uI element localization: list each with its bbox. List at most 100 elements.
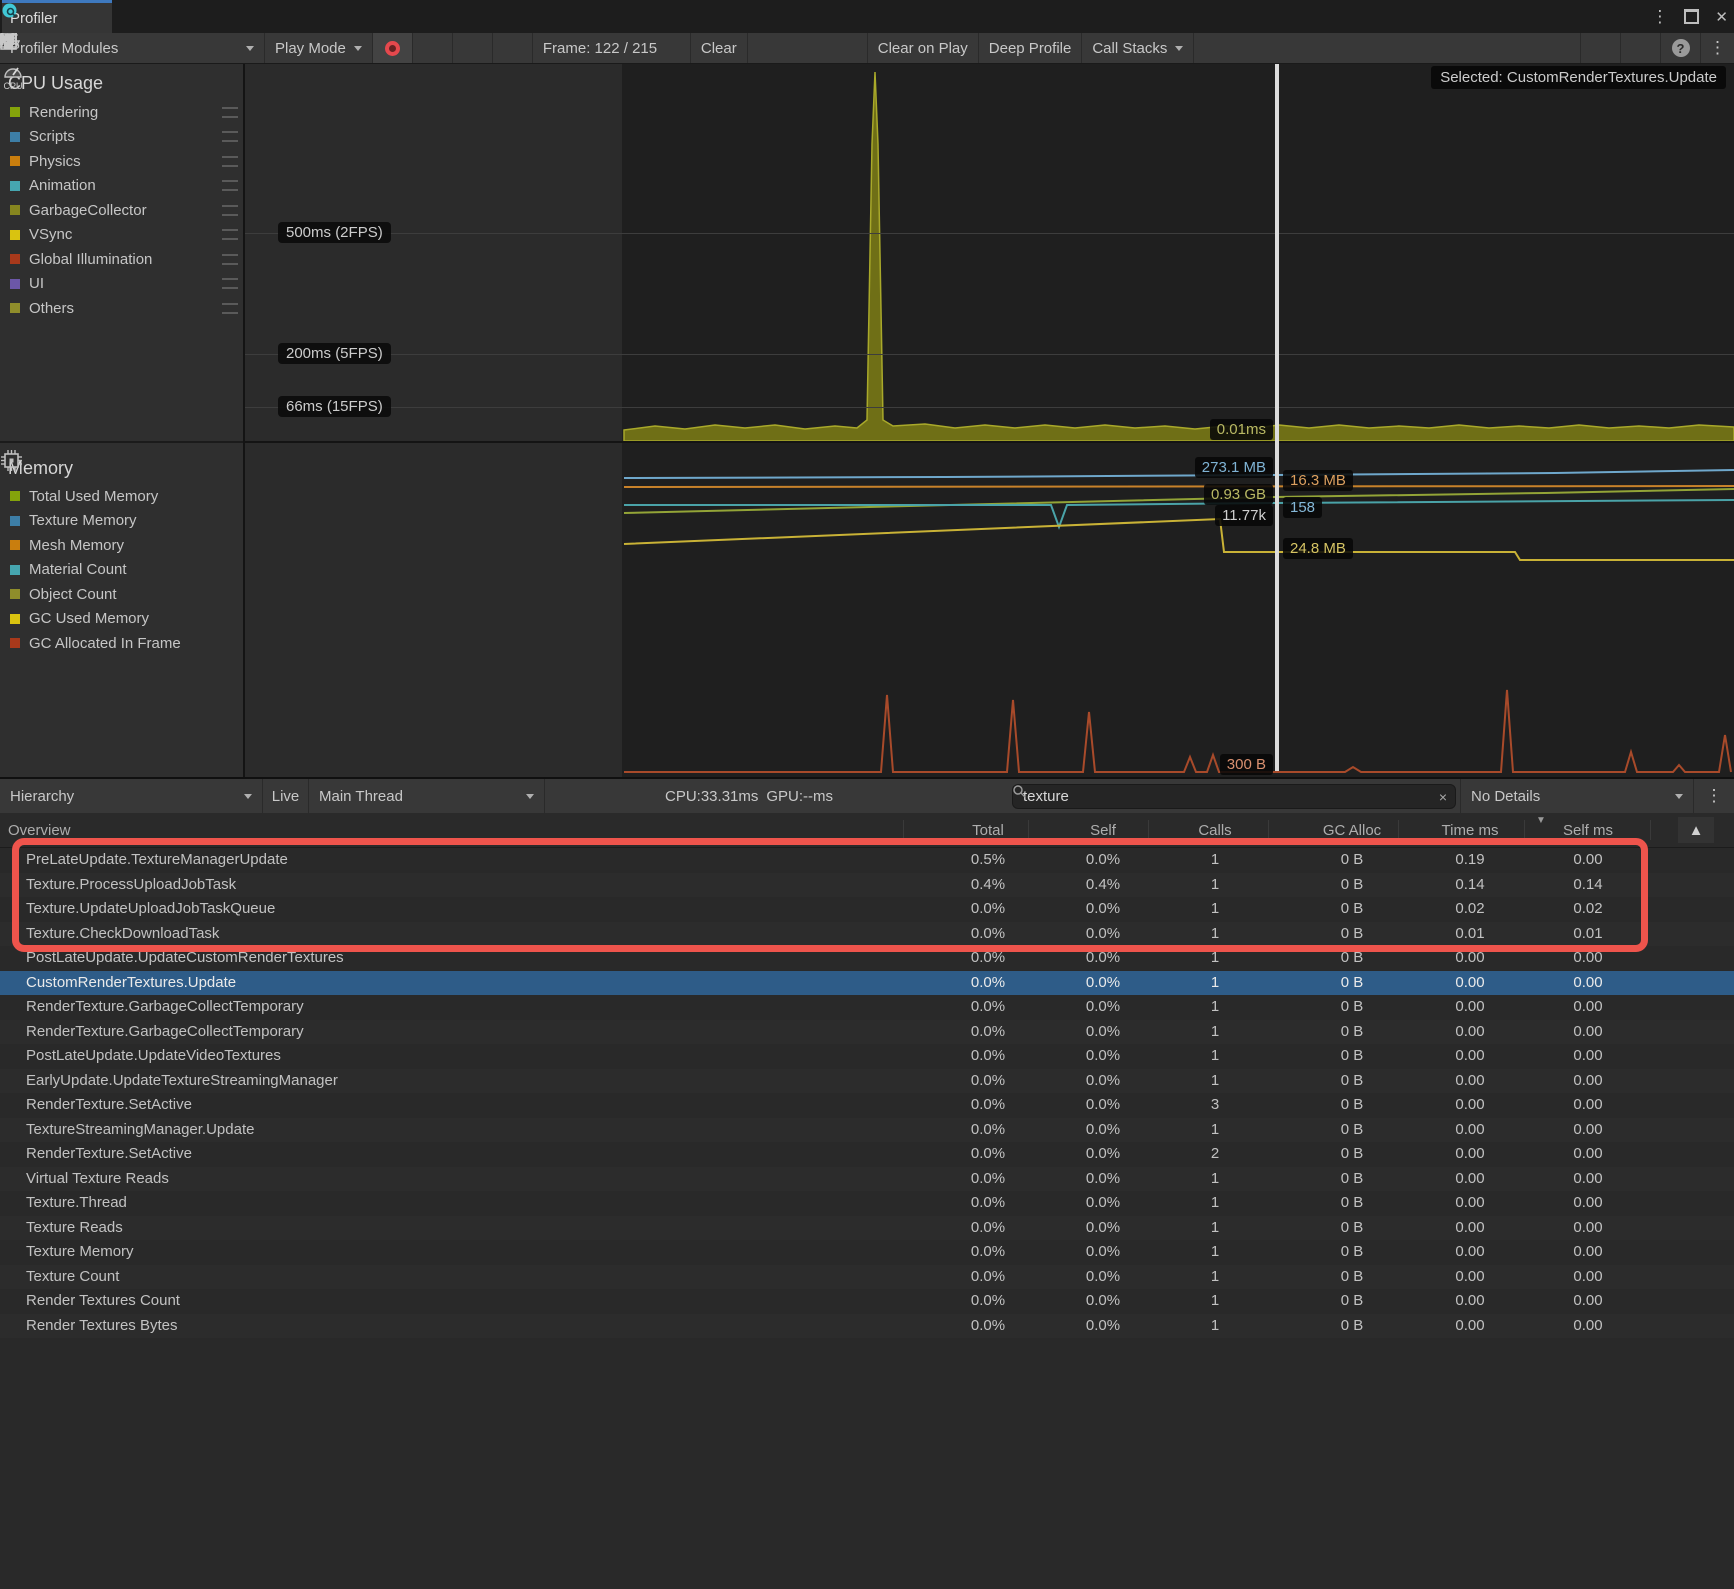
column-header-total[interactable]: Total	[938, 822, 1038, 839]
help-button[interactable]: ?	[1660, 33, 1700, 63]
column-header-time-ms[interactable]: Time ms	[1420, 822, 1520, 839]
maximize-icon[interactable]	[1684, 9, 1699, 24]
table-row[interactable]: PreLateUpdate.TextureManagerUpdate0.5%0.…	[0, 848, 1734, 873]
hierarchy-view-dropdown[interactable]: Hierarchy	[0, 779, 263, 813]
table-row[interactable]: PostLateUpdate.UpdateCustomRenderTexture…	[0, 946, 1734, 971]
table-row[interactable]: Virtual Texture Reads0.0%0.0%10 B0.000.0…	[0, 1167, 1734, 1192]
table-row[interactable]: CustomRenderTextures.Update0.0%0.0%10 B0…	[0, 971, 1734, 996]
column-header-self-ms[interactable]: Self ms	[1538, 822, 1638, 839]
table-row[interactable]: Texture Count0.0%0.0%10 B0.000.00	[0, 1265, 1734, 1290]
table-row[interactable]: Render Textures Count0.0%0.0%10 B0.000.0…	[0, 1289, 1734, 1314]
table-row[interactable]: RenderTexture.SetActive0.0%0.0%20 B0.000…	[0, 1142, 1734, 1167]
pane-menu-button[interactable]: ⋮	[1694, 779, 1734, 813]
legend-item-vsync[interactable]: VSync	[0, 223, 243, 248]
clear-button[interactable]: Clear	[691, 33, 748, 63]
table-row[interactable]: Render Textures Bytes0.0%0.0%10 B0.000.0…	[0, 1314, 1734, 1339]
legend-item-mesh-memory[interactable]: Mesh Memory	[0, 533, 243, 558]
play-mode-dropdown[interactable]: Play Mode	[265, 33, 373, 63]
toolbar-menu-button[interactable]: ⋮	[1700, 33, 1734, 63]
deep-profile-toggle[interactable]: Deep Profile	[979, 33, 1083, 63]
cpu-usage-chart[interactable]: Selected: CustomRenderTextures.Update 50…	[245, 64, 1734, 441]
column-separator[interactable]	[1398, 820, 1399, 840]
record-button[interactable]	[373, 33, 413, 63]
playhead[interactable]	[1275, 64, 1279, 771]
table-row[interactable]: Texture.CheckDownloadTask0.0%0.0%10 B0.0…	[0, 922, 1734, 947]
next-frame-button[interactable]	[453, 33, 493, 63]
legend-item-total-used-memory[interactable]: Total Used Memory	[0, 484, 243, 509]
cell: 0.00	[1538, 1219, 1638, 1236]
table-row[interactable]: EarlyUpdate.UpdateTextureStreamingManage…	[0, 1069, 1734, 1094]
previous-frame-button[interactable]	[413, 33, 453, 63]
sample-name: Texture Memory	[26, 1243, 134, 1260]
profiler-modules-dropdown[interactable]: Profiler Modules	[0, 33, 265, 63]
close-icon[interactable]: ✕	[1715, 8, 1728, 26]
memory-chart[interactable]	[245, 443, 1734, 777]
table-row[interactable]: TextureStreamingManager.Update0.0%0.0%10…	[0, 1118, 1734, 1143]
thread-dropdown[interactable]: Main Thread	[309, 779, 545, 813]
legend-item-rendering[interactable]: Rendering	[0, 100, 243, 125]
sample-name: Render Textures Count	[26, 1292, 180, 1309]
table-row[interactable]: Texture.ProcessUploadJobTask0.4%0.4%10 B…	[0, 873, 1734, 898]
load-profile-button[interactable]	[1580, 33, 1620, 63]
legend-item-gc-used-memory[interactable]: GC Used Memory	[0, 607, 243, 632]
details-dropdown[interactable]: No Details	[1460, 779, 1694, 813]
tab-profiler[interactable]: Profiler	[2, 0, 112, 33]
memory-module-header[interactable]: Memory	[0, 449, 73, 485]
legend-item-others[interactable]: Others	[0, 296, 243, 321]
legend-item-object-count[interactable]: Object Count	[0, 582, 243, 607]
table-row[interactable]: PostLateUpdate.UpdateVideoTextures0.0%0.…	[0, 1044, 1734, 1069]
legend-item-ui[interactable]: UI	[0, 272, 243, 297]
table-row[interactable]: Texture.UpdateUploadJobTaskQueue0.0%0.0%…	[0, 897, 1734, 922]
legend-item-texture-memory[interactable]: Texture Memory	[0, 509, 243, 534]
column-header-self[interactable]: Self	[1053, 822, 1153, 839]
clear-on-play-toggle[interactable]: Clear on Play	[868, 33, 979, 63]
search-clear-icon[interactable]: ×	[1439, 789, 1447, 805]
cell: 0 B	[1302, 974, 1402, 991]
cpu-module-header[interactable]: CPU CPU Usage	[0, 64, 243, 100]
series-gc-allocated	[624, 690, 1731, 772]
drag-handle-icon[interactable]	[222, 156, 238, 167]
current-frame-button[interactable]	[493, 33, 533, 63]
search-field[interactable]: ×	[1012, 784, 1456, 809]
legend-item-gc-allocated-in-frame[interactable]: GC Allocated In Frame	[0, 631, 243, 656]
search-input[interactable]	[1021, 787, 1433, 806]
legend-item-garbagecollector[interactable]: GarbageCollector	[0, 198, 243, 223]
detail-expander-button[interactable]: ▲	[1678, 817, 1714, 843]
chevron-down-icon	[1675, 794, 1683, 799]
legend-item-physics[interactable]: Physics	[0, 149, 243, 174]
column-separator[interactable]	[1650, 820, 1651, 840]
live-toggle[interactable]: Live	[263, 779, 309, 813]
save-profile-button[interactable]	[1620, 33, 1660, 63]
drag-handle-icon[interactable]	[222, 229, 238, 240]
drag-handle-icon[interactable]	[222, 254, 238, 265]
table-row[interactable]: Texture Memory0.0%0.0%10 B0.000.00	[0, 1240, 1734, 1265]
drag-handle-icon[interactable]	[222, 107, 238, 118]
table-row[interactable]: RenderTexture.GarbageCollectTemporary0.0…	[0, 1020, 1734, 1045]
column-separator[interactable]	[1028, 820, 1029, 840]
column-header-calls[interactable]: Calls	[1165, 822, 1265, 839]
drag-handle-icon[interactable]	[222, 131, 238, 142]
series-mesh-memory	[624, 486, 1734, 487]
column-separator[interactable]	[903, 820, 904, 840]
cell: 0.00	[1538, 1023, 1638, 1040]
drag-handle-icon[interactable]	[222, 180, 238, 191]
legend-item-global-illumination[interactable]: Global Illumination	[0, 247, 243, 272]
column-header-gc-alloc[interactable]: GC Alloc	[1302, 822, 1402, 839]
drag-handle-icon[interactable]	[222, 278, 238, 289]
column-overview[interactable]: Overview	[8, 822, 71, 839]
table-row[interactable]: Texture.Thread0.0%0.0%10 B0.000.00	[0, 1191, 1734, 1216]
drag-handle-icon[interactable]	[222, 205, 238, 216]
call-stacks-dropdown[interactable]: Call Stacks	[1082, 33, 1194, 63]
legend-item-material-count[interactable]: Material Count	[0, 558, 243, 583]
sample-name: Texture.Thread	[26, 1194, 127, 1211]
drag-handle-icon[interactable]	[222, 303, 238, 314]
column-separator[interactable]	[1148, 820, 1149, 840]
column-separator[interactable]	[1524, 820, 1525, 840]
column-separator[interactable]	[1268, 820, 1269, 840]
legend-item-scripts[interactable]: Scripts	[0, 125, 243, 150]
table-row[interactable]: RenderTexture.SetActive0.0%0.0%30 B0.000…	[0, 1093, 1734, 1118]
table-row[interactable]: Texture Reads0.0%0.0%10 B0.000.00	[0, 1216, 1734, 1241]
window-menu-icon[interactable]: ⋮	[1651, 7, 1668, 27]
legend-item-animation[interactable]: Animation	[0, 174, 243, 199]
table-row[interactable]: RenderTexture.GarbageCollectTemporary0.0…	[0, 995, 1734, 1020]
